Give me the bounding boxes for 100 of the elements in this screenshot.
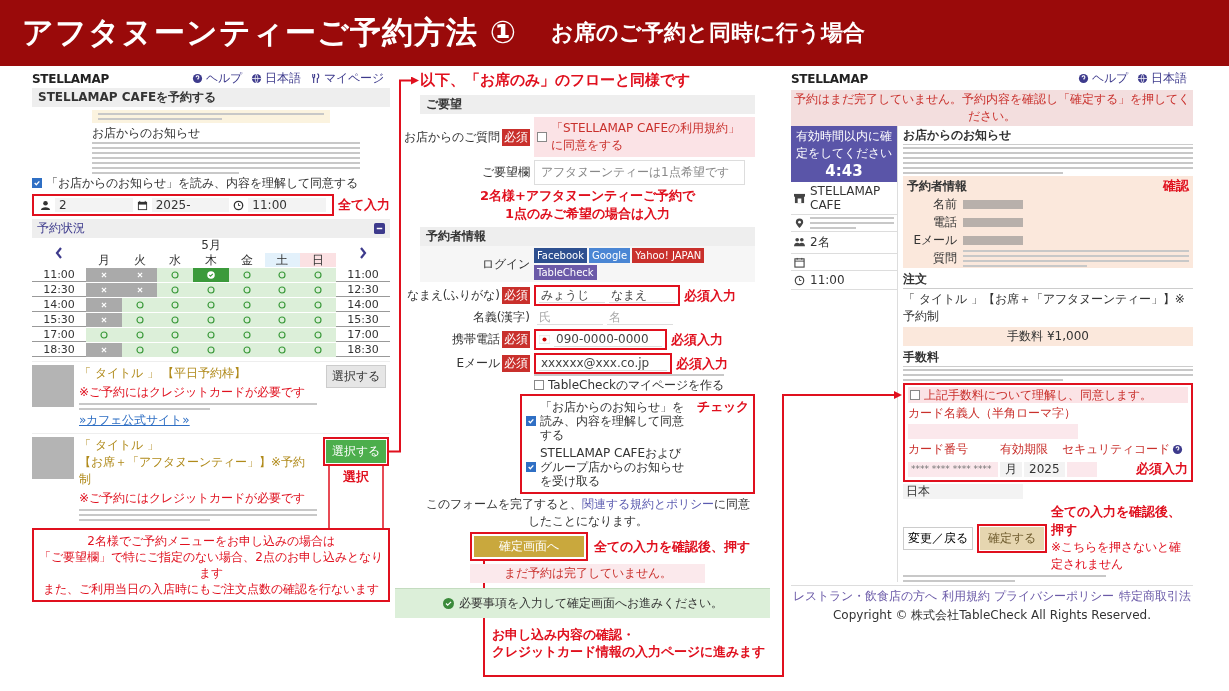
- checkbox[interactable]: [526, 416, 536, 426]
- nav-link[interactable]: マイページ: [324, 70, 384, 87]
- login-button[interactable]: Facebook: [534, 248, 587, 263]
- footer-link[interactable]: レストラン・飲食店の方へ: [793, 588, 937, 605]
- section-title: お店からのお知らせ: [903, 127, 1193, 145]
- checkbox[interactable]: [32, 178, 42, 188]
- checkbox[interactable]: [910, 390, 920, 400]
- input-field[interactable]: xxxxxx@xxx.co.jp: [534, 353, 672, 374]
- info-text: STELLAMAP CAFE: [810, 184, 882, 212]
- calendar-cell[interactable]: [193, 268, 229, 282]
- month-select[interactable]: 月: [1000, 461, 1022, 477]
- circle-icon: [241, 315, 252, 325]
- field-label: セキュリティコード: [1062, 441, 1170, 458]
- circle-icon: [170, 315, 181, 325]
- annotation: クレジットカード情報の入力ページに進みます: [492, 643, 765, 660]
- calendar-cell[interactable]: [300, 313, 336, 327]
- confirm-button[interactable]: 確定する: [980, 526, 1044, 550]
- input-field[interactable]: みょうじ なまえ: [534, 285, 680, 306]
- footer-link[interactable]: 特定商取引法: [1118, 588, 1191, 605]
- section-title: 手数料: [903, 349, 1193, 367]
- time-label: 12:30: [336, 283, 390, 297]
- chevron-right-icon: [357, 246, 369, 259]
- text-input[interactable]: 氏: [537, 310, 603, 325]
- annotation: チェック: [697, 398, 749, 416]
- text-input[interactable]: みょうじ: [539, 288, 605, 303]
- select-button[interactable]: 選択する: [326, 365, 386, 388]
- globe-icon: [1137, 73, 1148, 84]
- warning-banner: まだ予約は完了していません。: [470, 564, 705, 583]
- year-select[interactable]: 2025: [1024, 461, 1065, 477]
- help-icon: [1172, 444, 1183, 455]
- link[interactable]: »カフェ公式サイト»: [79, 412, 190, 429]
- section-header: 予約者情報: [420, 227, 755, 246]
- country-select[interactable]: 日本: [903, 484, 1023, 499]
- nav-link[interactable]: 日本語: [1151, 70, 1187, 87]
- circle-icon: [277, 300, 288, 310]
- calendar-cell[interactable]: [157, 283, 194, 297]
- checkbox[interactable]: [534, 380, 544, 390]
- footer-link[interactable]: 利用規約: [941, 588, 990, 605]
- calendar-cell[interactable]: [86, 328, 122, 342]
- circle-icon: [313, 315, 324, 325]
- checkbox[interactable]: [537, 132, 547, 142]
- text-input[interactable]: 名: [607, 310, 673, 325]
- checkbox-label: 「お店からのお知らせ」を読み、内容を理解して同意する: [540, 400, 685, 442]
- field-label: なまえ(ふりがな): [406, 287, 500, 304]
- footer-link[interactable]: プライバシーポリシー: [994, 588, 1115, 605]
- calendar-cell[interactable]: [300, 328, 336, 342]
- copyright: Copyright © 株式会社TableCheck All Rights Reserved.: [831, 607, 1152, 624]
- nav-link[interactable]: 日本語: [265, 70, 301, 87]
- text-input[interactable]: 090-0000-0000: [554, 332, 662, 347]
- people-select[interactable]: 2: [55, 198, 133, 212]
- calendar-cell[interactable]: [300, 343, 336, 357]
- back-button[interactable]: 変更／戻る: [903, 526, 973, 550]
- policy-link[interactable]: 関連する規約とポリシー: [581, 497, 714, 511]
- calendar-cell[interactable]: [121, 343, 158, 357]
- login-button[interactable]: TableCheck: [534, 265, 597, 280]
- checkbox[interactable]: [526, 462, 536, 472]
- calendar-icon: [794, 256, 805, 268]
- required-badge: 必須: [502, 331, 530, 348]
- circle-icon: [241, 285, 252, 295]
- card-number-input[interactable]: **** **** **** ****: [908, 461, 998, 477]
- calendar-cell[interactable]: [157, 268, 194, 282]
- annotation: 2名様+アフタヌーンティーご予約で: [480, 187, 695, 205]
- calendar-cell[interactable]: [300, 283, 336, 297]
- field-label: Eメール: [912, 232, 957, 249]
- text-input[interactable]: なまえ: [609, 288, 675, 303]
- time-select[interactable]: 11:00: [248, 198, 326, 212]
- circle-icon: [313, 270, 324, 280]
- login-button[interactable]: Yahoo! JAPAN: [632, 248, 705, 263]
- calendar-cell[interactable]: [228, 268, 265, 282]
- info-text: 11:00: [810, 273, 845, 287]
- required-badge: 必須: [502, 355, 530, 372]
- circle-icon: [134, 300, 145, 310]
- nav-link[interactable]: ヘルプ: [206, 70, 242, 87]
- nav-link[interactable]: ヘルプ: [1092, 70, 1128, 87]
- menu-tag: 【平日予約枠】: [161, 365, 246, 382]
- input-field[interactable]: 090-0000-0000: [534, 329, 667, 350]
- field-label: 質問: [932, 250, 957, 267]
- annotation: 全ての入力を確認後、押す: [1051, 503, 1182, 539]
- field-label: 電話: [932, 214, 957, 231]
- calendar-cell[interactable]: [121, 313, 158, 327]
- countdown: 4:43: [824, 162, 864, 180]
- text-input[interactable]: xxxxxx@xxx.co.jp: [539, 356, 667, 371]
- logo: STELLAMAP: [32, 71, 109, 86]
- month-label: 5月: [200, 238, 222, 252]
- fork-knife-icon: [310, 73, 321, 84]
- date-field[interactable]: 2025-: [151, 198, 230, 212]
- login-button[interactable]: Google: [589, 248, 631, 263]
- day-header: 金: [239, 253, 254, 267]
- circle-icon: [277, 345, 288, 355]
- menu-tag: 【お席＋「アフタヌーンティー」】※予約制: [79, 454, 317, 488]
- request-textarea[interactable]: アフタヌーンティーは1点希望です: [534, 160, 745, 185]
- callout-text: 「ご要望欄」で特にご指定のない場合、2点のお申し込みとなります: [38, 549, 384, 581]
- annotation: 全ての入力を確認後、押す: [594, 537, 750, 556]
- day-header: 水: [168, 253, 183, 267]
- person-icon: [40, 199, 51, 211]
- warning-text: ※ご予約にはクレジットカードが必要です: [79, 490, 307, 507]
- circle-icon: [277, 330, 288, 340]
- calendar-cell[interactable]: [121, 298, 158, 312]
- calendar-cell[interactable]: [300, 268, 336, 282]
- calendar-cell[interactable]: [300, 298, 336, 312]
